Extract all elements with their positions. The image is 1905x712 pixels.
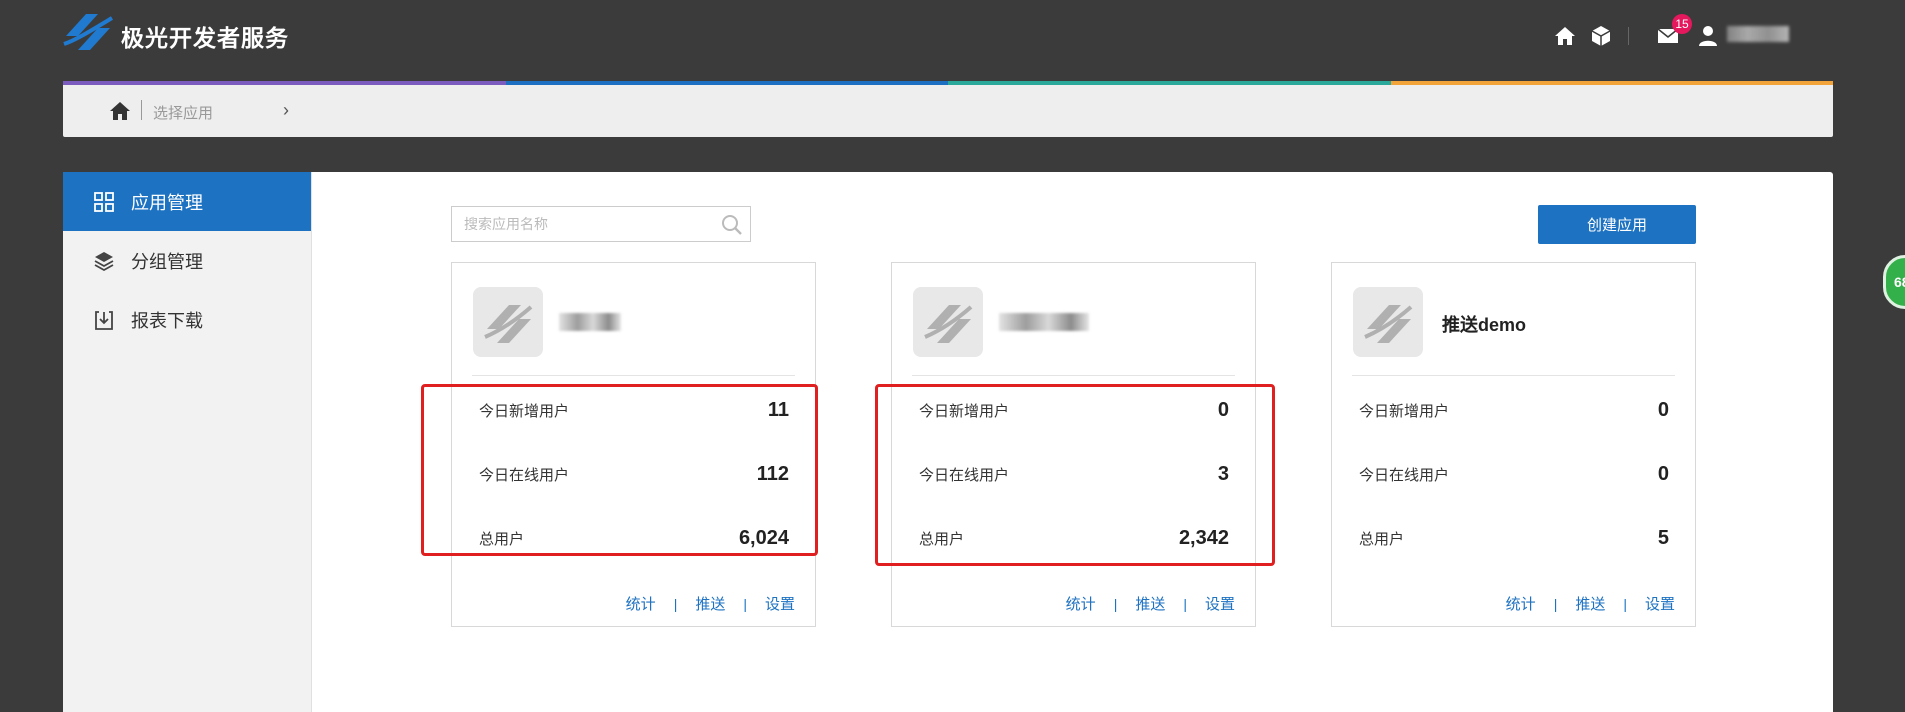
push-link[interactable]: 推送 — [695, 593, 725, 614]
app-avatar[interactable] — [913, 287, 983, 357]
sidebar-item-label: 分组管理 — [131, 251, 203, 272]
stat-label: 总用户 — [479, 530, 525, 548]
stat-online-users: 今日在线用户 3 — [919, 459, 1229, 489]
card-actions: 统计 | 推送 | 设置 — [1506, 593, 1675, 614]
home-icon[interactable] — [1552, 24, 1578, 48]
card-divider — [1352, 375, 1675, 376]
stat-new-users: 今日新增用户 0 — [1359, 395, 1669, 425]
app-logo-icon — [924, 305, 973, 343]
create-app-button[interactable]: 创建应用 — [1538, 205, 1696, 244]
brand-name[interactable]: 极光开发者服务 — [121, 19, 289, 53]
cube-icon[interactable] — [1588, 24, 1614, 48]
stat-label: 总用户 — [1359, 530, 1405, 548]
stat-new-users: 今日新增用户 0 — [919, 395, 1229, 425]
stat-total-users: 总用户 5 — [1359, 523, 1669, 553]
link-separator: | — [1623, 595, 1627, 612]
stat-value: 2,342 — [1178, 526, 1229, 549]
app-logo-icon — [484, 305, 533, 343]
top-bar: 极光开发者服务 15 — [0, 0, 1905, 68]
push-link[interactable]: 推送 — [1135, 593, 1165, 614]
app-card: 今日新增用户 0 今日在线用户 3 总用户 2,342 统计 | 推送 | 设置 — [891, 262, 1256, 627]
search-input[interactable] — [452, 207, 702, 241]
stat-value: 5 — [1657, 526, 1669, 549]
sidebar-item-app-management[interactable]: 应用管理 — [63, 172, 311, 231]
stat-label: 今日新增用户 — [1359, 402, 1450, 420]
app-name-redacted[interactable] — [559, 313, 621, 331]
push-link[interactable]: 推送 — [1575, 593, 1605, 614]
stat-label: 今日新增用户 — [919, 402, 1010, 420]
sidebar-item-label: 应用管理 — [131, 192, 203, 213]
floating-widget[interactable]: 68 — [1883, 255, 1905, 309]
layers-icon — [94, 251, 114, 271]
stat-label: 今日新增用户 — [479, 402, 570, 420]
stat-label: 今日在线用户 — [479, 466, 570, 484]
breadcrumb: 选择应用 › — [63, 85, 1833, 137]
app-avatar[interactable] — [473, 287, 543, 357]
sidebar: 应用管理 分组管理 报表下载 — [63, 172, 312, 712]
card-actions: 统计 | 推送 | 设置 — [626, 593, 795, 614]
stat-label: 总用户 — [919, 530, 965, 548]
stats-link[interactable]: 统计 — [1066, 593, 1096, 614]
card-actions: 统计 | 推送 | 设置 — [1066, 593, 1235, 614]
stat-total-users: 总用户 6,024 — [479, 523, 789, 553]
top-actions: 15 — [1505, 14, 1905, 52]
link-separator: | — [1553, 595, 1558, 612]
app-card: 推送demo 今日新增用户 0 今日在线用户 0 总用户 5 统计 | 推送 |… — [1331, 262, 1696, 627]
stat-value: 0 — [1657, 462, 1669, 485]
settings-link[interactable]: 设置 — [1205, 593, 1235, 614]
stat-value: 11 — [767, 398, 789, 421]
stat-value: 0 — [1217, 398, 1229, 421]
download-icon — [95, 310, 113, 330]
stats-link[interactable]: 统计 — [1506, 593, 1536, 614]
app-logo-icon — [1364, 305, 1413, 343]
settings-link[interactable]: 设置 — [1645, 593, 1675, 614]
link-separator: | — [673, 595, 678, 612]
stat-label: 今日在线用户 — [919, 466, 1010, 484]
stat-online-users: 今日在线用户 0 — [1359, 459, 1669, 489]
stat-value: 6,024 — [738, 526, 789, 549]
stat-value: 112 — [756, 462, 789, 485]
chevron-right-icon[interactable]: › — [283, 100, 289, 121]
app-name[interactable]: 推送demo — [1442, 311, 1526, 337]
main-panel: 应用管理 分组管理 报表下载 创建应用 — [63, 172, 1833, 712]
sidebar-item-report-download[interactable]: 报表下载 — [63, 290, 311, 349]
card-divider — [472, 375, 795, 376]
search-icon[interactable] — [720, 213, 744, 237]
stat-new-users: 今日新增用户 11 — [479, 395, 789, 425]
grid-icon — [94, 191, 114, 212]
mail-count-badge: 15 — [1672, 14, 1692, 34]
settings-link[interactable]: 设置 — [765, 593, 795, 614]
app-name-redacted[interactable] — [999, 313, 1089, 331]
stat-total-users: 总用户 2,342 — [919, 523, 1229, 553]
breadcrumb-current[interactable]: 选择应用 — [153, 102, 213, 123]
stat-online-users: 今日在线用户 112 — [479, 459, 789, 489]
link-separator: | — [1113, 595, 1118, 612]
stat-value: 0 — [1657, 398, 1669, 421]
username-redacted[interactable] — [1727, 26, 1789, 42]
breadcrumb-home-icon[interactable] — [107, 99, 133, 123]
sidebar-item-group-management[interactable]: 分组管理 — [63, 231, 311, 290]
app-card: 今日新增用户 11 今日在线用户 112 总用户 6,024 统计 | 推送 |… — [451, 262, 816, 627]
stat-label: 今日在线用户 — [1359, 466, 1450, 484]
stats-link[interactable]: 统计 — [626, 593, 656, 614]
search-box — [451, 206, 751, 242]
sidebar-item-label: 报表下载 — [131, 310, 203, 331]
link-separator: | — [1183, 595, 1187, 612]
link-separator: | — [743, 595, 747, 612]
user-icon[interactable] — [1695, 24, 1721, 48]
brand-logo-icon[interactable] — [62, 10, 114, 54]
stat-value: 3 — [1217, 462, 1229, 485]
app-avatar[interactable] — [1353, 287, 1423, 357]
top-divider — [1628, 27, 1629, 45]
card-divider — [912, 375, 1235, 376]
breadcrumb-divider — [141, 100, 142, 120]
